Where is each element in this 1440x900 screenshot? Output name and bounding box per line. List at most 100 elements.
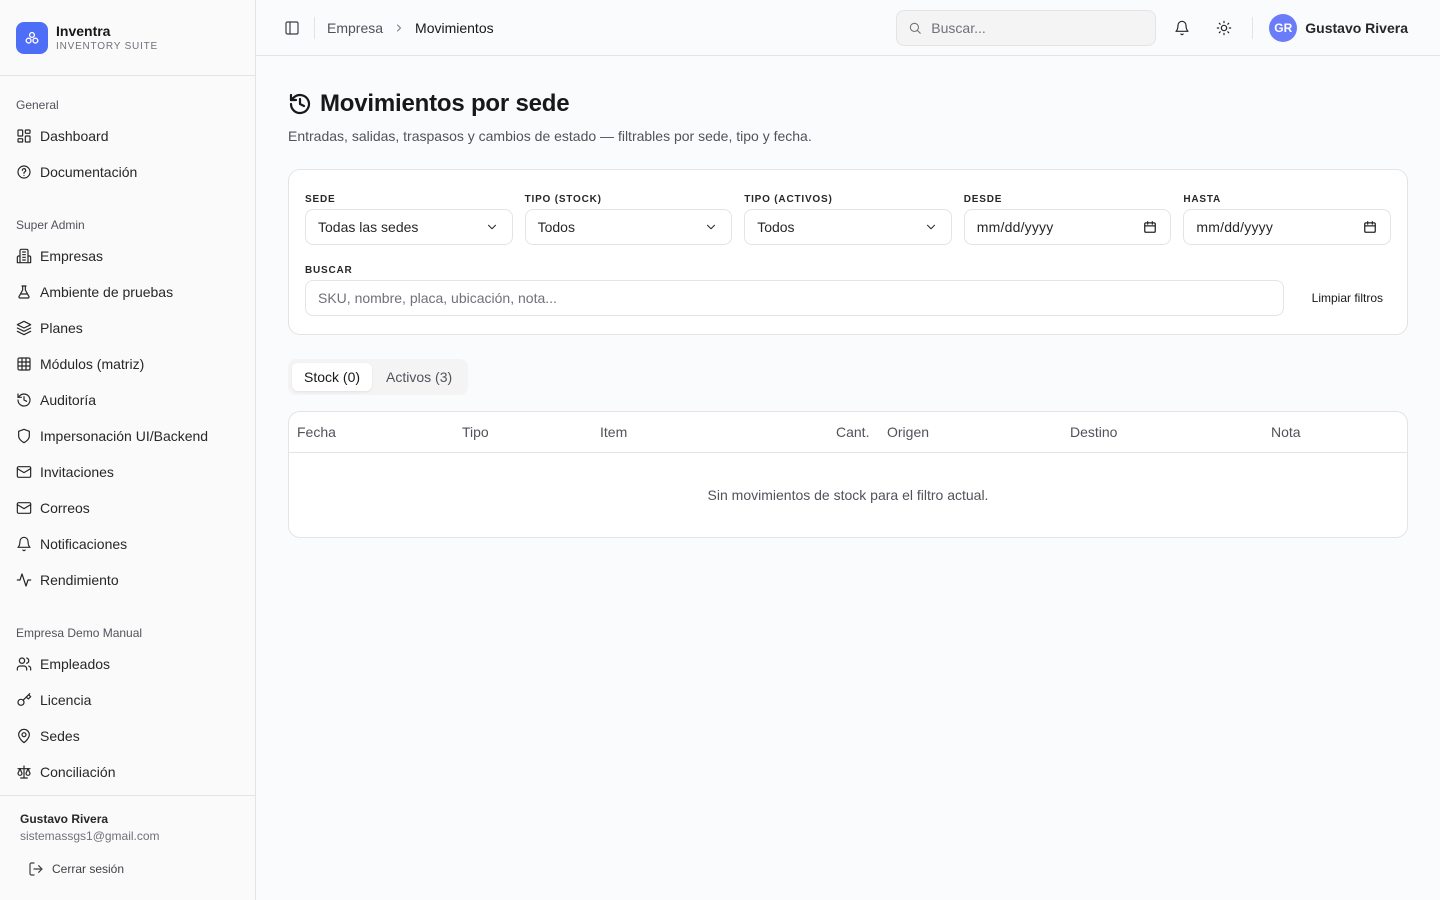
filters-panel: SEDE Todas las sedes TIPO (STOCK) Todos … <box>288 169 1408 335</box>
buscar-input[interactable]: SKU, nombre, placa, ubicación, nota... <box>305 280 1284 316</box>
tab-activos[interactable]: Activos (3) <box>374 363 464 391</box>
movements-table: Fecha Tipo Item Cant. Origen Destino Not… <box>288 411 1408 538</box>
sidebar-item-licencia[interactable]: Licencia <box>8 682 247 718</box>
breadcrumb: Empresa Movimientos <box>327 20 494 36</box>
calendar-icon[interactable] <box>1142 219 1158 235</box>
sidebar-item-documentacion[interactable]: Documentación <box>8 154 247 190</box>
brand[interactable]: Inventra INVENTORY SUITE <box>0 0 255 76</box>
brand-tagline: INVENTORY SUITE <box>56 40 159 52</box>
search-placeholder: Buscar... <box>931 19 986 36</box>
breadcrumb-item-empresa[interactable]: Empresa <box>327 20 383 36</box>
bell-icon <box>16 536 32 552</box>
tipo-activos-select-value: Todos <box>757 219 795 235</box>
sidebar-item-label: Empresas <box>40 248 104 264</box>
logout-icon <box>28 861 44 877</box>
chevron-down-icon <box>484 219 500 235</box>
brand-name: Inventra <box>56 22 111 39</box>
tipo-activos-select[interactable]: Todos <box>744 209 952 245</box>
bell-icon <box>1174 20 1190 36</box>
users-icon <box>16 656 32 672</box>
column-header-fecha[interactable]: Fecha <box>297 424 336 440</box>
tipo-stock-select[interactable]: Todos <box>524 209 733 245</box>
nav-group-label: Super Admin <box>16 218 85 232</box>
sidebar-item-impersonacion[interactable]: Impersonación UI/Backend <box>8 418 247 454</box>
flask-icon <box>16 284 32 300</box>
buscar-placeholder: SKU, nombre, placa, ubicación, nota... <box>318 290 557 306</box>
mail-icon <box>16 500 32 516</box>
key-icon <box>16 692 32 708</box>
sidebar-item-correos[interactable]: Correos <box>8 490 247 526</box>
sidebar-user: Gustavo Rivera sistemassgs1@gmail.com Ce… <box>0 795 255 900</box>
sidebar-item-label: Ambiente de pruebas <box>40 284 174 300</box>
map-pin-icon <box>16 728 32 744</box>
sidebar-item-dashboard[interactable]: Dashboard <box>8 118 247 154</box>
sidebar-item-label: Notificaciones <box>40 536 128 552</box>
sidebar-item-label: Dashboard <box>40 128 109 144</box>
sidebar-user-email: sistemassgs1@gmail.com <box>20 829 160 843</box>
chevron-right-icon <box>391 20 407 36</box>
calendar-icon[interactable] <box>1362 219 1378 235</box>
page-title: Movimientos por sede <box>320 90 570 117</box>
global-search-input[interactable]: Buscar... <box>896 9 1157 46</box>
sidebar-item-label: Rendimiento <box>40 572 119 588</box>
activity-icon <box>16 572 32 588</box>
tab-stock[interactable]: Stock (0) <box>292 363 373 391</box>
theme-toggle-button[interactable] <box>1208 12 1240 44</box>
chevron-down-icon <box>923 219 939 235</box>
notifications-button[interactable] <box>1166 12 1198 44</box>
column-header-cant[interactable]: Cant. <box>836 424 869 440</box>
sidebar-item-label: Documentación <box>40 164 138 180</box>
breadcrumb-item-current: Movimientos <box>415 19 494 36</box>
help-circle-icon <box>16 164 32 180</box>
column-header-tipo[interactable]: Tipo <box>462 424 489 440</box>
sidebar-toggle-icon[interactable] <box>284 20 300 36</box>
filter-label-tipo-stock: TIPO (STOCK) <box>524 194 602 205</box>
clear-filters-button[interactable]: Limpiar filtros <box>1304 280 1391 316</box>
sidebar-item-notificaciones[interactable]: Notificaciones <box>8 526 247 562</box>
filter-label-desde: DESDE <box>963 194 1003 205</box>
sidebar-item-ambiente-pruebas[interactable]: Ambiente de pruebas <box>8 274 247 310</box>
search-icon <box>907 20 923 36</box>
sidebar-item-modulos[interactable]: Módulos (matriz) <box>8 346 247 382</box>
sidebar-item-conciliacion[interactable]: Conciliación <box>8 754 247 790</box>
hasta-date-input[interactable]: mm/dd/yyyy <box>1183 209 1391 245</box>
sidebar-item-planes[interactable]: Planes <box>8 310 247 346</box>
header-user-name[interactable]: Gustavo Rivera <box>1305 20 1408 36</box>
scale-icon <box>16 764 32 780</box>
column-header-item[interactable]: Item <box>600 424 627 440</box>
column-header-nota[interactable]: Nota <box>1271 424 1301 440</box>
sidebar-item-sedes[interactable]: Sedes <box>8 718 247 754</box>
filter-label-sede: SEDE <box>305 194 336 205</box>
sidebar-item-label: Impersonación UI/Backend <box>40 428 209 444</box>
desde-date-input[interactable]: mm/dd/yyyy <box>963 209 1172 245</box>
filter-label-tipo-activos: TIPO (ACTIVOS) <box>744 194 833 205</box>
sidebar-item-label: Planes <box>40 320 83 336</box>
sidebar-item-label: Invitaciones <box>40 464 114 480</box>
logout-button[interactable]: Cerrar sesión <box>28 861 235 877</box>
sidebar-item-auditoria[interactable]: Auditoría <box>8 382 247 418</box>
main-content: Movimientos por sede Entradas, salidas, … <box>288 56 1408 538</box>
sidebar: Inventra INVENTORY SUITE General Dashboa… <box>0 0 256 900</box>
sidebar-item-empleados[interactable]: Empleados <box>8 646 247 682</box>
table-icon <box>16 356 32 372</box>
sidebar-item-invitaciones[interactable]: Invitaciones <box>8 454 247 490</box>
sidebar-item-empresas[interactable]: Empresas <box>8 238 247 274</box>
avatar[interactable]: GR <box>1269 13 1298 42</box>
sidebar-item-label: Sedes <box>40 728 80 744</box>
sidebar-item-label: Correos <box>40 500 90 516</box>
sidebar-item-rendimiento[interactable]: Rendimiento <box>8 562 247 598</box>
sidebar-item-label: Módulos (matriz) <box>40 356 145 372</box>
sede-select-value: Todas las sedes <box>318 219 419 235</box>
sidebar-item-label: Conciliación <box>40 764 116 780</box>
column-header-destino[interactable]: Destino <box>1070 424 1117 440</box>
top-header: Empresa Movimientos Buscar... GR Gustavo… <box>256 0 1440 56</box>
sidebar-item-label: Licencia <box>40 692 92 708</box>
page-subtitle: Entradas, salidas, traspasos y cambios d… <box>288 128 812 144</box>
sidebar-item-label: Empleados <box>40 656 111 672</box>
sidebar-user-name: Gustavo Rivera <box>20 812 109 826</box>
mail-icon <box>16 464 32 480</box>
column-header-origen[interactable]: Origen <box>887 424 929 440</box>
logo-icon <box>16 21 48 54</box>
chevron-down-icon <box>703 219 719 235</box>
sede-select[interactable]: Todas las sedes <box>305 209 513 245</box>
